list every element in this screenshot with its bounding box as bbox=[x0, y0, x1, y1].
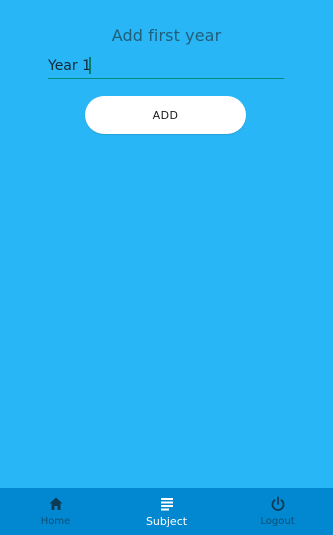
year-field[interactable] bbox=[48, 54, 284, 79]
bottom-navigation: Home Subject Logout bbox=[0, 488, 333, 535]
nav-label-logout: Logout bbox=[260, 516, 295, 527]
page-title: Add first year bbox=[111, 26, 222, 45]
add-button[interactable]: ADD bbox=[85, 96, 246, 134]
nav-label-home: Home bbox=[40, 516, 71, 527]
year-input[interactable] bbox=[48, 56, 284, 76]
power-icon bbox=[271, 496, 284, 511]
nav-item-home[interactable]: Home bbox=[0, 488, 111, 535]
app-screen: Add first year ADD Home Subject bbox=[0, 0, 333, 535]
nav-item-logout[interactable]: Logout bbox=[222, 488, 333, 535]
text-cursor bbox=[89, 57, 91, 74]
nav-label-subject: Subject bbox=[145, 515, 188, 528]
nav-item-subject[interactable]: Subject bbox=[111, 488, 222, 535]
home-icon bbox=[49, 497, 62, 510]
list-icon bbox=[160, 498, 173, 511]
